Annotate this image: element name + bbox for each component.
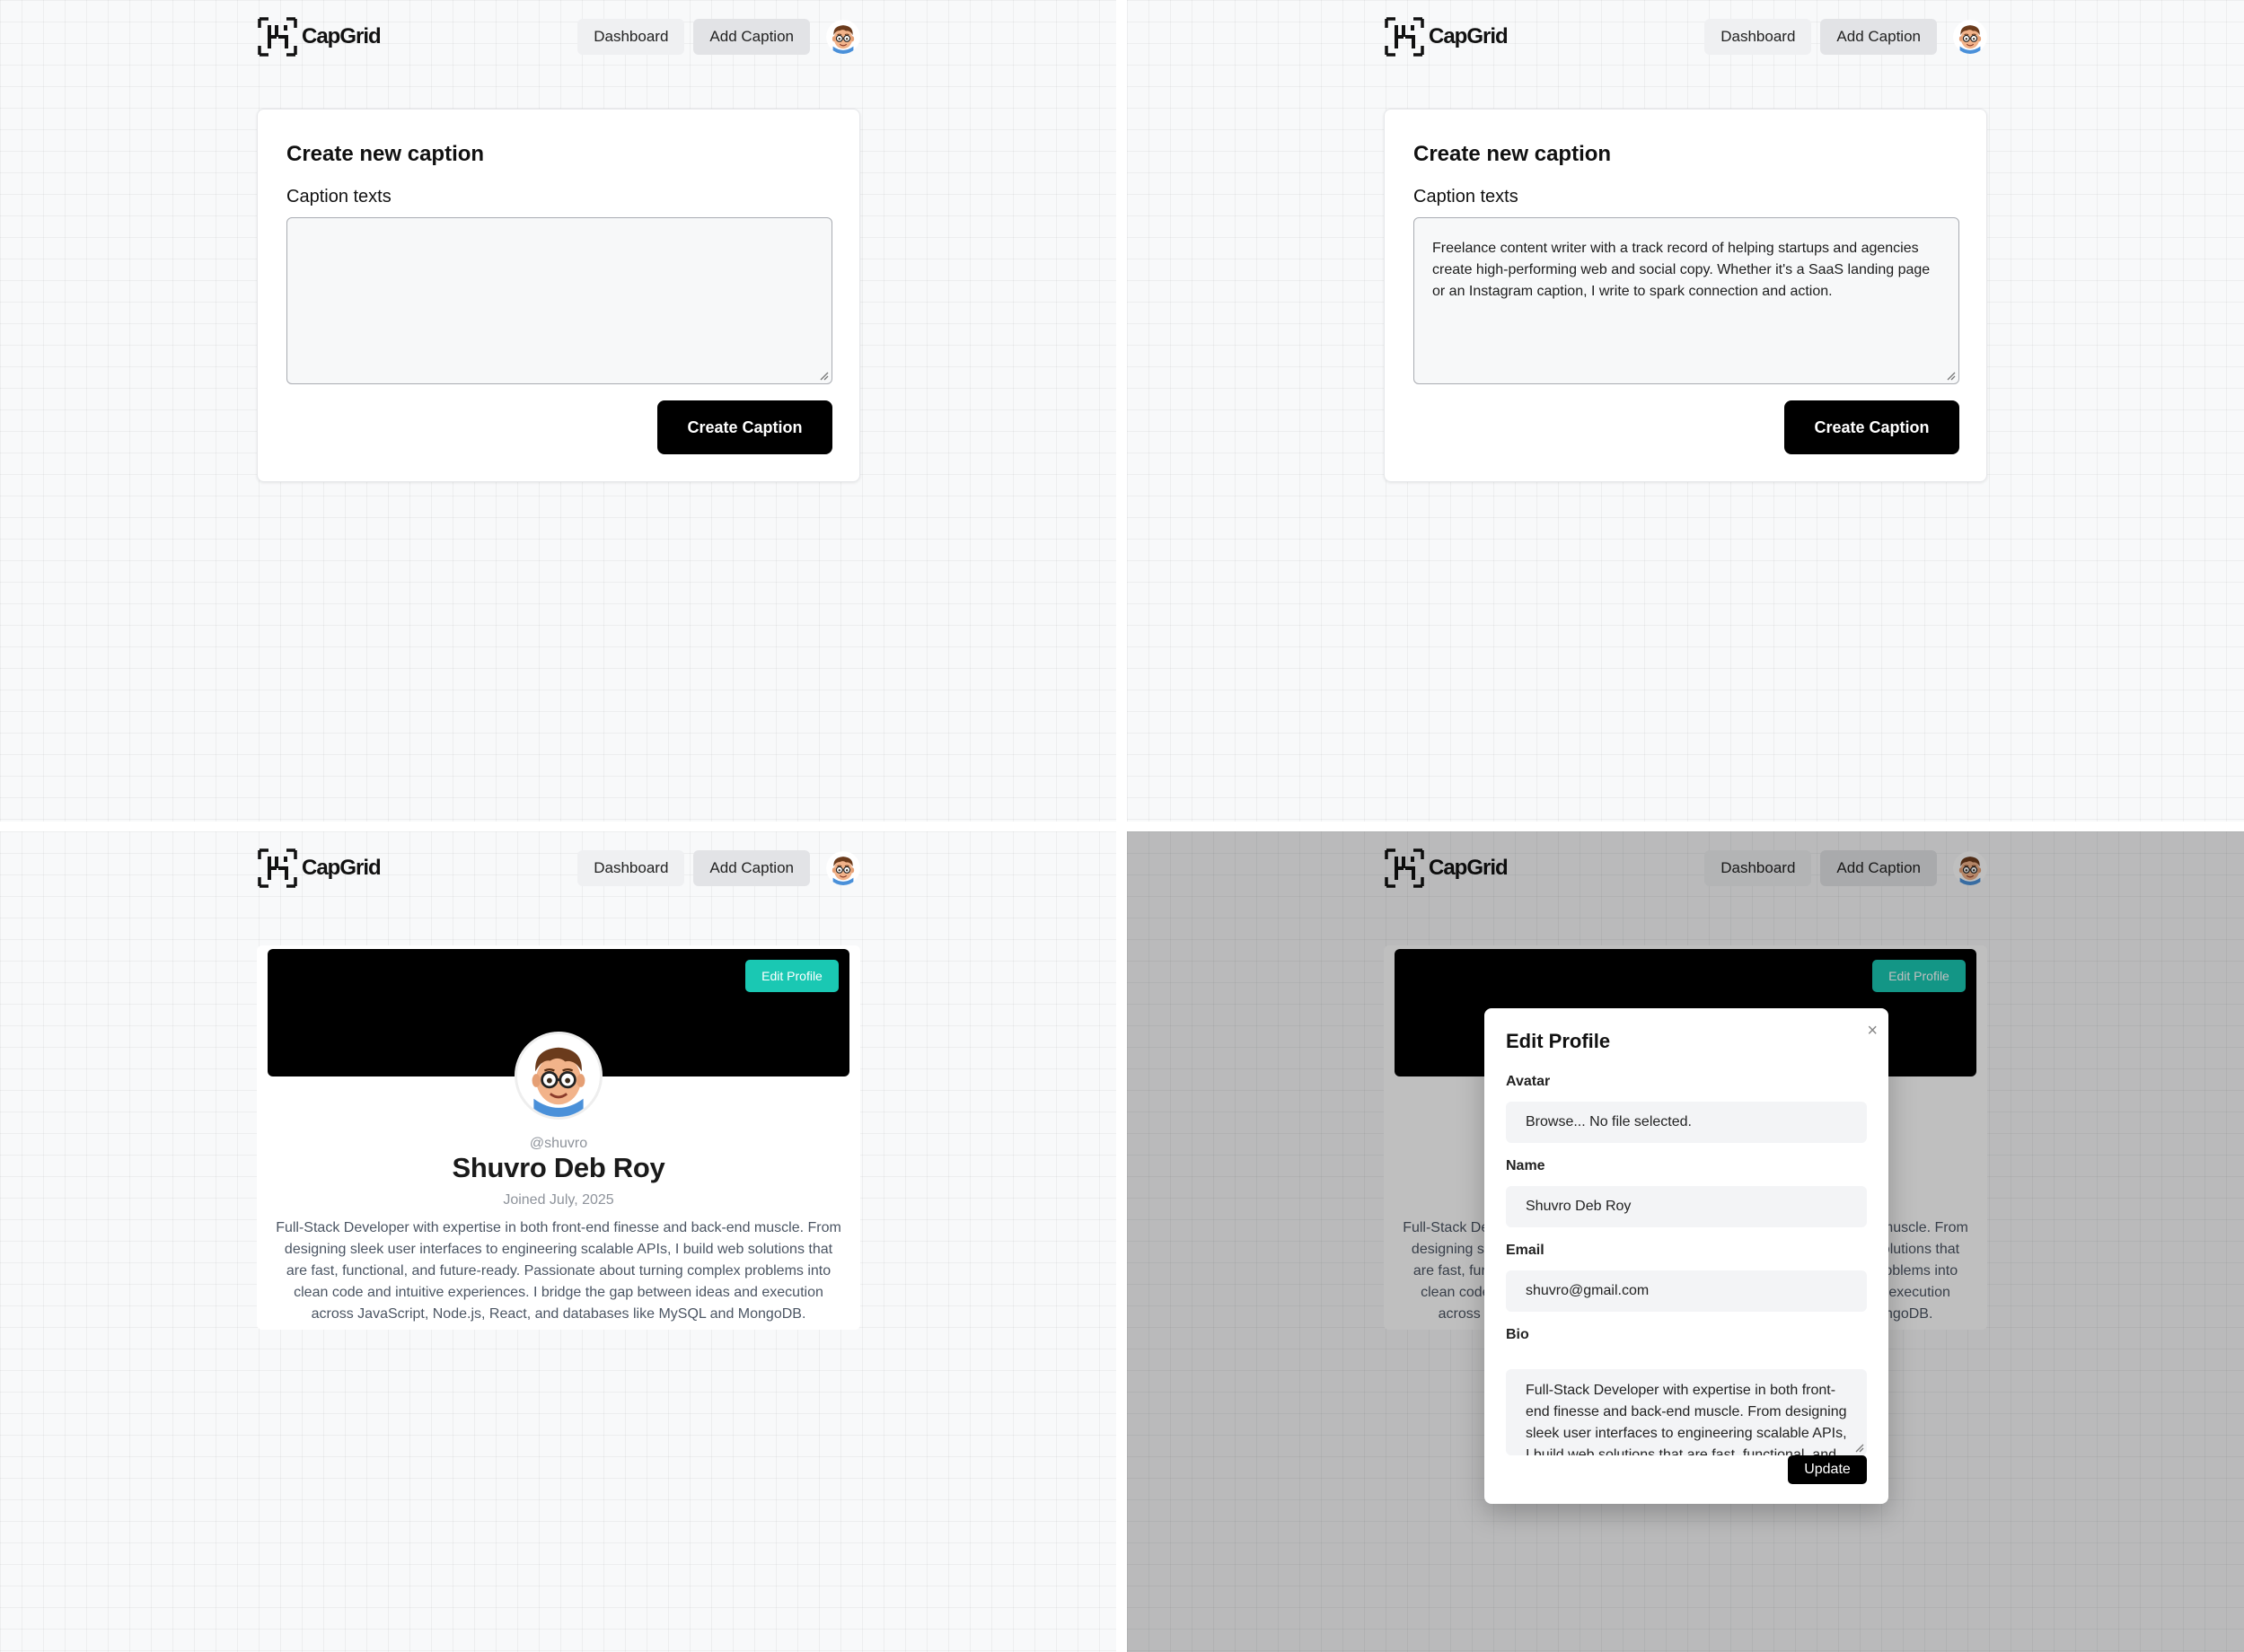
bio-label: Bio — [1506, 1327, 1529, 1342]
nav-add-caption-button[interactable]: Add Caption — [693, 850, 810, 886]
profile-bio: Full-Stack Developer with expertise in b… — [276, 1220, 841, 1322]
profile-joined-date: Joined July, 2025 — [503, 1192, 614, 1208]
brand-name: CapGrid — [302, 24, 382, 48]
edit-profile-button[interactable]: Edit Profile — [745, 960, 839, 992]
user-avatar-icon[interactable] — [826, 20, 860, 54]
create-caption-title: Create new caption — [286, 142, 485, 166]
top-nav: CapGrid Dashboard Add Caption — [1384, 14, 1987, 59]
close-icon[interactable]: × — [1867, 1021, 1878, 1041]
bio-textarea[interactable]: Full-Stack Developer with expertise in b… — [1506, 1369, 1867, 1455]
create-caption-button[interactable]: Create Caption — [657, 400, 832, 454]
edit-profile-modal: Edit Profile × Avatar Browse... No file … — [1484, 1008, 1888, 1504]
caption-texts-label: Caption texts — [286, 187, 392, 206]
profile-handle: @shuvro — [529, 1136, 588, 1151]
user-avatar-icon[interactable] — [826, 851, 860, 885]
avatar-file-input[interactable]: Browse... No file selected. — [1506, 1102, 1867, 1143]
caption-texts-label: Caption texts — [1413, 187, 1518, 206]
bio-textarea-value: Full-Stack Developer with expertise in b… — [1526, 1383, 1847, 1455]
name-field[interactable]: Shuvro Deb Roy — [1506, 1186, 1867, 1227]
avatar-label: Avatar — [1506, 1074, 1551, 1089]
nav-dashboard-button[interactable]: Dashboard — [577, 850, 685, 886]
capgrid-logo-icon — [257, 16, 298, 57]
resize-grip-icon[interactable] — [1853, 1442, 1864, 1453]
resize-grip-icon[interactable] — [1945, 370, 1956, 381]
caption-textarea-value: Freelance content writer with a track re… — [1432, 241, 1931, 299]
create-caption-card: Create new caption Caption texts Freelan… — [1384, 109, 1987, 482]
brand-logo[interactable]: CapGrid — [257, 846, 382, 891]
screen-create-caption-empty: CapGrid Dashboard Add Caption Create new… — [0, 0, 1116, 822]
brand-logo[interactable]: CapGrid — [1384, 14, 1509, 59]
capgrid-logo-icon — [1384, 16, 1425, 57]
screen-edit-profile-modal: CapGrid Dashboard Add Caption Edit Profi… — [1127, 831, 2244, 1652]
screen-profile: CapGrid Dashboard Add Caption Edit Profi… — [0, 831, 1116, 1652]
email-label: Email — [1506, 1243, 1544, 1258]
nav-add-caption-button[interactable]: Add Caption — [693, 19, 810, 55]
capgrid-logo-icon — [257, 848, 298, 889]
create-caption-card: Create new caption Caption texts Create … — [257, 109, 860, 482]
update-button[interactable]: Update — [1788, 1455, 1867, 1484]
nav-add-caption-button[interactable]: Add Caption — [1820, 19, 1937, 55]
brand-logo[interactable]: CapGrid — [257, 14, 382, 59]
top-nav: CapGrid Dashboard Add Caption — [257, 14, 860, 59]
brand-name: CapGrid — [302, 856, 382, 880]
top-nav: CapGrid Dashboard Add Caption — [257, 846, 860, 891]
brand-name: CapGrid — [1429, 24, 1509, 48]
name-label: Name — [1506, 1158, 1545, 1173]
nav-links: Dashboard Add Caption — [1704, 14, 1987, 59]
caption-textarea[interactable]: Freelance content writer with a track re… — [1413, 217, 1959, 384]
profile-name: Shuvro Deb Roy — [452, 1152, 665, 1183]
screen-create-caption-filled: CapGrid Dashboard Add Caption Create new… — [1127, 0, 2244, 822]
user-avatar-icon[interactable] — [1953, 20, 1987, 54]
nav-dashboard-button[interactable]: Dashboard — [1704, 19, 1812, 55]
create-caption-button[interactable]: Create Caption — [1784, 400, 1959, 454]
email-field[interactable]: shuvro@gmail.com — [1506, 1270, 1867, 1312]
nav-dashboard-button[interactable]: Dashboard — [577, 19, 685, 55]
caption-textarea[interactable] — [286, 217, 832, 384]
nav-links: Dashboard Add Caption — [577, 14, 860, 59]
modal-title: Edit Profile — [1506, 1030, 1611, 1052]
create-caption-title: Create new caption — [1413, 142, 1612, 166]
resize-grip-icon[interactable] — [818, 370, 829, 381]
nav-links: Dashboard Add Caption — [577, 846, 860, 891]
profile-card: Edit Profile @shuvro Shuvro Deb Roy Join… — [257, 945, 860, 1330]
profile-avatar — [515, 1032, 603, 1120]
